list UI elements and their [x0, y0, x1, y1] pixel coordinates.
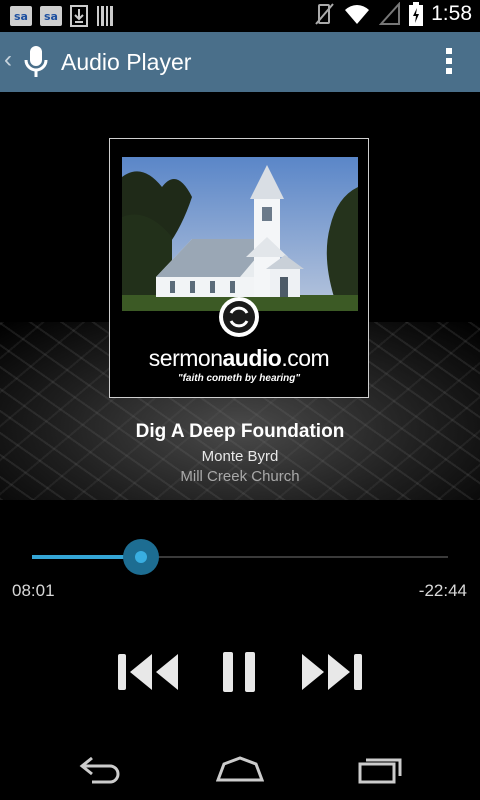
- brand-tagline: "faith cometh by hearing": [177, 373, 301, 384]
- track-speaker: Monte Byrd: [201, 448, 279, 465]
- notification-icons: sa sa: [10, 5, 114, 27]
- page-title[interactable]: Audio Player: [61, 49, 191, 76]
- previous-button[interactable]: [118, 652, 180, 692]
- status-clock: 1:58: [431, 2, 472, 25]
- pause-button[interactable]: [223, 652, 257, 692]
- seek-thumb[interactable]: [123, 539, 159, 575]
- microphone-icon[interactable]: [24, 46, 48, 78]
- sermonaudio-notification-icon: sa: [10, 6, 32, 26]
- previous-icon: [118, 654, 178, 690]
- elapsed-time: 08:01: [12, 581, 55, 600]
- recents-icon[interactable]: [358, 754, 404, 784]
- home-icon[interactable]: [216, 754, 264, 784]
- status-bar: sa sa 1:58: [0, 0, 480, 32]
- more-vert-icon[interactable]: [446, 48, 452, 78]
- album-artwork: sermonaudio.com "faith cometh by hearing…: [109, 138, 369, 398]
- brand-main: audio: [222, 345, 282, 371]
- signal-icon: [379, 2, 401, 25]
- brand-prefix: sermon: [148, 345, 223, 371]
- track-church: Mill Creek Church: [180, 468, 300, 485]
- brand-suffix: .com: [281, 345, 330, 371]
- navigation-bar: [0, 740, 480, 800]
- church-photo: [122, 157, 358, 311]
- wifi-icon: [345, 5, 370, 24]
- battery-charging-icon: [409, 2, 424, 26]
- seek-bar[interactable]: [32, 539, 448, 575]
- up-navigation-chevron-icon[interactable]: ‹: [4, 46, 12, 74]
- vibrate-off-icon: [315, 3, 334, 25]
- system-icons: 1:58: [313, 2, 472, 26]
- brand-wordmark: sermonaudio.com: [110, 345, 368, 372]
- action-bar: ‹ Audio Player: [0, 32, 480, 92]
- track-title: Dig A Deep Foundation: [135, 421, 345, 442]
- remaining-time: -22:44: [418, 581, 467, 600]
- pause-icon: [223, 652, 255, 692]
- barcode-icon: [97, 6, 113, 26]
- sermonaudio-notification-icon: sa: [40, 6, 62, 26]
- next-button[interactable]: [302, 652, 364, 692]
- download-icon: [70, 5, 88, 27]
- next-icon: [302, 654, 362, 690]
- back-icon[interactable]: [78, 754, 124, 784]
